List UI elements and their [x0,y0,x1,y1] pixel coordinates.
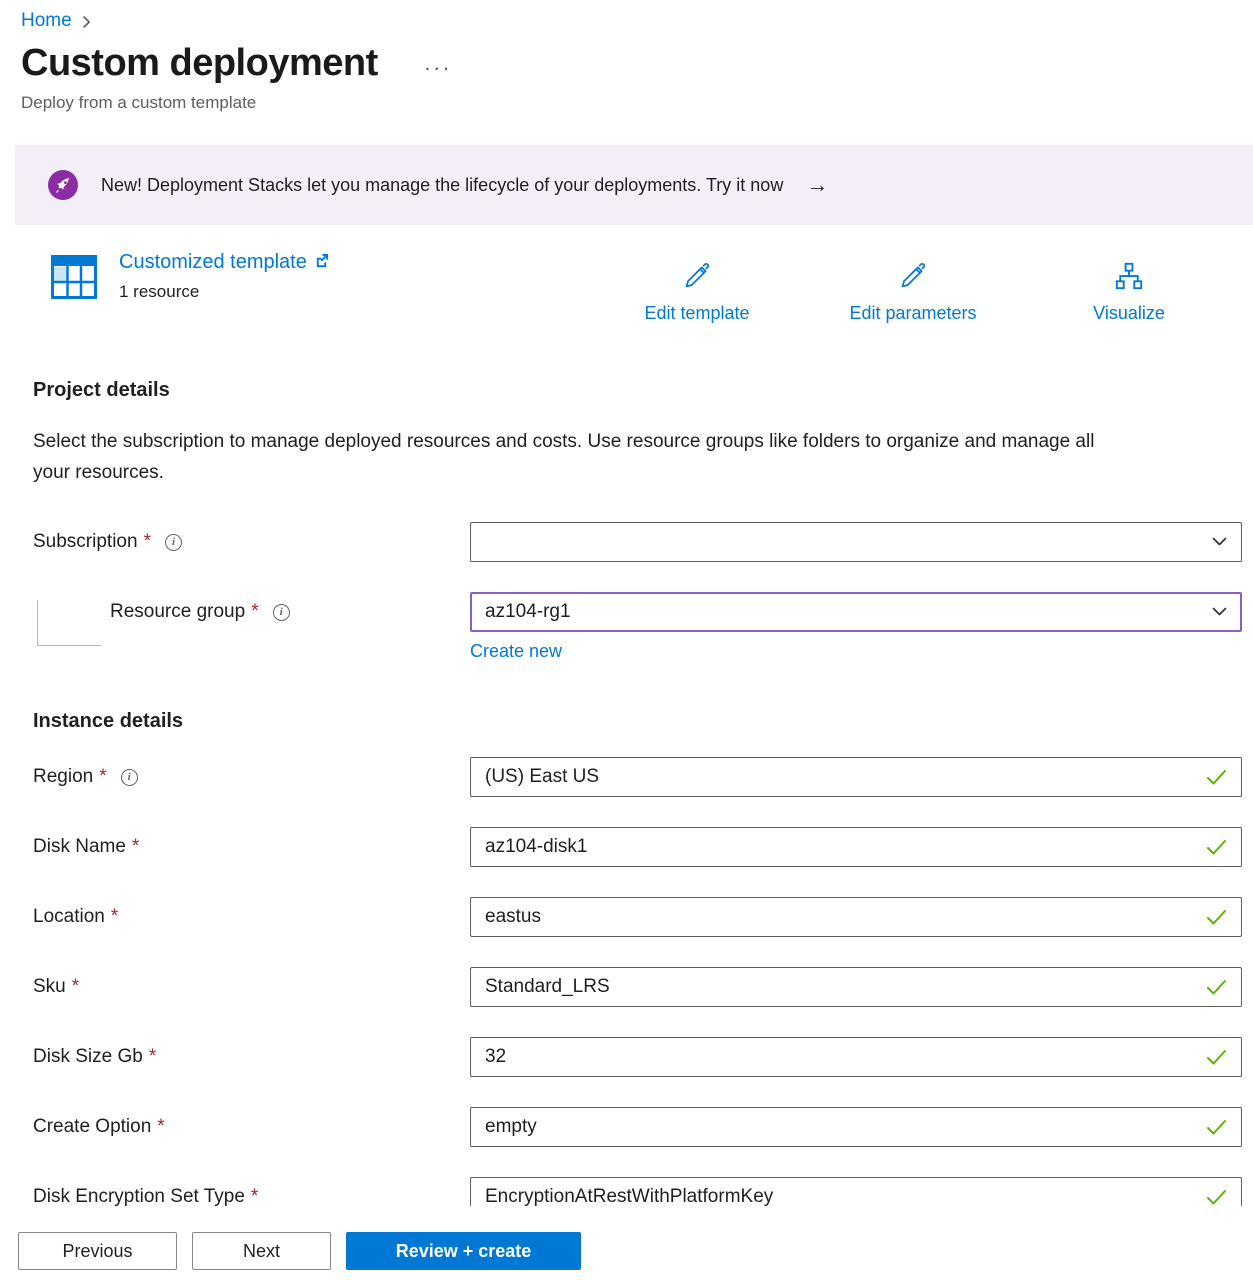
deployment-stacks-banner[interactable]: New! Deployment Stacks let you manage th… [15,145,1253,225]
instance-form: Region * i (US) East US Disk Name * az104-… [33,757,1242,1217]
edit-parameters-button[interactable]: Edit parameters [803,261,1023,324]
disk-name-input[interactable]: az104-disk1 [470,827,1242,867]
required-marker: * [111,906,118,928]
info-icon[interactable]: i [165,534,182,551]
edit-template-label: Edit template [644,303,749,324]
disk-name-label: Disk Name * [33,836,470,858]
valid-check-icon [1206,1189,1227,1206]
sku-input[interactable]: Standard_LRS [470,967,1242,1007]
location-label: Location * [33,906,470,928]
next-button[interactable]: Next [192,1232,331,1270]
project-details-description: Select the subscription to manage deploy… [33,426,1123,488]
region-row: Region * i (US) East US [33,757,1242,797]
disk-size-row: Disk Size Gb * 32 [33,1037,1242,1077]
disk-size-value: 32 [485,1046,506,1068]
sku-label: Sku * [33,976,470,998]
instance-details-heading: Instance details [33,710,1242,733]
disk-name-row: Disk Name * az104-disk1 [33,827,1242,867]
create-option-value: empty [485,1116,537,1138]
location-input[interactable]: eastus [470,897,1242,937]
org-chart-icon [1114,261,1144,296]
required-marker: * [251,601,258,623]
location-label-text: Location [33,906,105,928]
region-value: (US) East US [485,766,599,788]
subscription-label: Subscription * i [33,531,470,553]
region-label-text: Region [33,766,93,788]
visualize-label: Visualize [1093,303,1165,324]
create-option-row: Create Option * empty [33,1107,1242,1147]
resource-group-value: az104-rg1 [485,601,571,623]
disk-size-label: Disk Size Gb * [33,1046,470,1068]
create-new-link[interactable]: Create new [470,641,562,662]
edit-parameters-label: Edit parameters [849,303,976,324]
valid-check-icon [1206,1119,1227,1136]
sku-label-text: Sku [33,976,66,998]
required-marker: * [72,976,79,998]
breadcrumb-home-link[interactable]: Home [21,10,72,32]
chevron-down-icon [1212,537,1227,547]
page-subtitle: Deploy from a custom template [21,93,1253,113]
arrow-right-icon: → [806,172,828,198]
create-option-label: Create Option * [33,1116,470,1138]
disk-size-input[interactable]: 32 [470,1037,1242,1077]
sku-row: Sku * Standard_LRS [33,967,1242,1007]
project-form: Subscription * i Resource group * i az104-… [33,522,1242,662]
previous-button[interactable]: Previous [18,1232,177,1270]
required-marker: * [99,766,106,788]
location-row: Location * eastus [33,897,1242,937]
template-actions: Edit template Edit parameters Visualize [0,261,1253,337]
disk-encryption-set-type-label-text: Disk Encryption Set Type [33,1186,245,1208]
sku-value: Standard_LRS [485,976,610,998]
location-value: eastus [485,906,541,928]
valid-check-icon [1206,979,1227,996]
region-label: Region * i [33,766,470,788]
disk-name-value: az104-disk1 [485,836,587,858]
disk-encryption-set-type-label: Disk Encryption Set Type * [33,1186,470,1208]
valid-check-icon [1206,909,1227,926]
footer-bar: Previous Next Review + create [0,1206,1253,1280]
chevron-down-icon [1212,607,1227,617]
pencil-icon [898,261,928,296]
required-marker: * [132,836,139,858]
pencil-icon [682,261,712,296]
required-marker: * [149,1046,156,1068]
chevron-right-icon [82,15,92,29]
rocket-icon [48,170,78,200]
disk-name-label-text: Disk Name [33,836,126,858]
subscription-row: Subscription * i [33,522,1242,562]
resource-group-row: Resource group * i az104-rg1 [33,592,1242,632]
page-title: Custom deployment [21,42,378,85]
valid-check-icon [1206,839,1227,856]
banner-message: New! Deployment Stacks let you manage th… [101,175,783,196]
info-icon[interactable]: i [273,604,290,621]
edit-template-button[interactable]: Edit template [587,261,807,324]
template-summary: Customized template 1 resource Edit temp… [0,251,1253,327]
subscription-label-text: Subscription [33,531,138,553]
valid-check-icon [1206,1049,1227,1066]
review-create-button[interactable]: Review + create [346,1232,581,1270]
subscription-dropdown[interactable] [470,522,1242,562]
more-options-button[interactable]: ··· [424,55,452,81]
region-input[interactable]: (US) East US [470,757,1242,797]
valid-check-icon [1206,769,1227,786]
breadcrumb: Home [0,0,1253,32]
required-marker: * [251,1186,258,1208]
project-details-heading: Project details [33,379,1242,402]
resource-group-dropdown[interactable]: az104-rg1 [470,592,1242,632]
disk-encryption-set-type-value: EncryptionAtRestWithPlatformKey [485,1186,773,1208]
create-option-input[interactable]: empty [470,1107,1242,1147]
required-marker: * [157,1116,164,1138]
visualize-button[interactable]: Visualize [1019,261,1239,324]
disk-size-label-text: Disk Size Gb [33,1046,143,1068]
resource-group-connector-line [37,600,101,646]
info-icon[interactable]: i [121,769,138,786]
required-marker: * [144,531,151,553]
create-option-label-text: Create Option [33,1116,151,1138]
resource-group-label-text: Resource group [110,601,245,623]
